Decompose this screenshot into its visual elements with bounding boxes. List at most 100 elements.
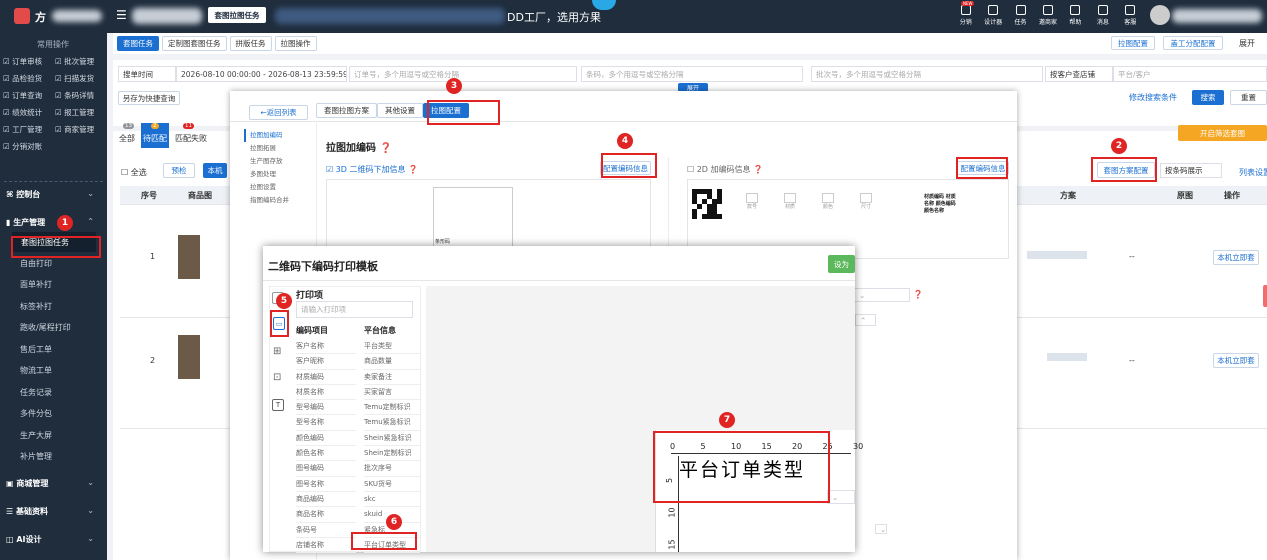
print-item[interactable]: 平台类型 — [364, 339, 420, 355]
top-icon-2[interactable]: 任务 — [1009, 3, 1032, 31]
print-item[interactable]: 图号编码 — [296, 461, 356, 477]
text-icon[interactable]: T — [272, 399, 284, 411]
time-type-select[interactable]: 搜单时间 — [118, 66, 176, 82]
print-item[interactable]: 客户昵称 — [296, 354, 356, 370]
print-item[interactable]: 商品编码 — [296, 492, 356, 508]
quick-link[interactable]: ☑ 订单审核 — [3, 56, 42, 67]
quick-link[interactable]: ☑ 条码详情 — [55, 90, 94, 101]
qr-icon[interactable]: ⊞ — [273, 346, 281, 357]
open-fill-button[interactable]: 开启筛选套图 — [1178, 125, 1267, 141]
modify-search-link[interactable]: 修改搜索条件 — [1129, 92, 1177, 103]
pull-config-button[interactable]: 拉图配置 — [1111, 36, 1155, 50]
print-item[interactable]: 客户名称 — [296, 339, 356, 355]
print-item[interactable]: 图号名称 — [296, 477, 356, 492]
config-nav-item[interactable]: 指图编码合并 — [244, 194, 316, 207]
search-button[interactable]: 搜索 — [1192, 90, 1224, 105]
avatar[interactable] — [1150, 5, 1170, 25]
batch-input[interactable]: 批次号，多个用逗号或空格分隔 — [811, 66, 1043, 82]
config-nav-item[interactable]: 拉图加编码 — [244, 129, 316, 142]
menu-item[interactable]: ▮ 生产管理 ⌃ — [6, 217, 104, 228]
print-item[interactable]: 商品名称 — [296, 507, 356, 523]
status-tab[interactable]: 待匹配 2 — [141, 123, 169, 148]
product-image[interactable] — [178, 235, 200, 279]
print-item[interactable]: Temu紧急标识 — [364, 415, 420, 431]
set-default-button[interactable]: 设为 — [828, 255, 855, 273]
sub-menu-item[interactable]: 面单补打 — [20, 279, 52, 290]
sub-menu-item[interactable]: 跑收/尾程打印 — [20, 322, 71, 333]
status-tab[interactable]: 匹配失败 11 — [173, 123, 209, 148]
config-nav-item[interactable]: 多图处理 — [244, 168, 316, 181]
print-item[interactable]: 卖家备注 — [364, 370, 420, 385]
sub-menu-item[interactable]: 物流工单 — [20, 365, 52, 376]
top-icon-4[interactable]: 帮助 — [1064, 3, 1087, 31]
menu-item[interactable]: ▣ 商城管理 ⌄ — [6, 478, 104, 489]
quick-link[interactable]: ☑ 报工管理 — [55, 107, 94, 118]
status-tab[interactable]: 全部 13 — [117, 123, 137, 148]
expand-link[interactable]: 展开 — [1239, 38, 1255, 49]
print-item[interactable]: 颜色名称 — [296, 446, 356, 462]
main-tab[interactable]: 拉图操作 — [274, 36, 317, 51]
quick-link[interactable]: ☑ 商家管理 — [55, 124, 94, 135]
print-item[interactable]: Temu定制标识 — [364, 400, 420, 416]
print-item[interactable]: Shein定制标识 — [364, 446, 420, 462]
print-item[interactable]: 颜色编码 — [296, 431, 356, 447]
print-item[interactable]: 买家留言 — [364, 385, 420, 401]
config-tab[interactable]: 套图拉图方案 — [316, 103, 377, 118]
sub-menu-item[interactable]: 生产大屏 — [20, 430, 52, 441]
sub-menu-item[interactable]: 多件分包 — [20, 408, 52, 419]
print-item[interactable]: 批次序号 — [364, 461, 420, 477]
print-item[interactable]: 型号名称 — [296, 415, 356, 431]
precheck-button[interactable]: 预检 — [163, 163, 195, 178]
reset-button[interactable]: 重置 — [1230, 90, 1267, 105]
quick-link[interactable]: ☑ 批次管理 — [55, 56, 94, 67]
shop-type-select[interactable]: 按客户查店铺 — [1045, 66, 1113, 82]
config-tab[interactable]: 其他设置 — [377, 103, 423, 118]
back-to-list-button[interactable]: ← 返回列表 — [249, 105, 308, 120]
print-item[interactable]: SKU货号 — [364, 477, 420, 492]
menu-item[interactable]: ⌘ 控制台 ⌄ — [6, 189, 104, 200]
main-tab[interactable]: 套图任务 — [117, 36, 159, 51]
sub-menu-item[interactable]: 任务记录 — [20, 387, 52, 398]
product-image[interactable] — [178, 335, 200, 379]
barcode-show-select[interactable]: 按条码展示 — [1160, 163, 1222, 178]
quick-link[interactable]: ☑ 工厂管理 — [3, 124, 42, 135]
local-apply-button[interactable]: 本机立即套 — [1213, 353, 1259, 368]
sub-menu-item[interactable]: 补片管理 — [20, 451, 52, 462]
config-nav-item[interactable]: 拉图设置 — [244, 181, 316, 194]
local-button[interactable]: 本机 — [203, 163, 227, 178]
menu-item[interactable]: ◫ AI设计 ⌄ — [6, 534, 104, 545]
print-item[interactable]: skc — [364, 492, 420, 508]
top-icon-3[interactable]: 邀商家 — [1036, 3, 1059, 31]
print-item[interactable]: 材质名称 — [296, 385, 356, 401]
cb-3d-checkbox[interactable]: ☑ 3D 二维码下加信息 ❓ — [326, 164, 418, 175]
barcode-input[interactable]: 条码，多个用逗号或空格分隔 — [581, 66, 803, 82]
sub-menu-item[interactable]: 自由打印 — [20, 258, 52, 269]
config-nav-item[interactable]: 生产图存放 — [244, 155, 316, 168]
save-quick-button[interactable]: 另存为快捷查询 — [118, 91, 180, 105]
top-tab-task[interactable]: 套图拉图任务 — [208, 7, 266, 23]
quick-link[interactable]: ☑ 订单查询 — [3, 90, 42, 101]
sub-menu-item[interactable]: 标签补打 — [20, 301, 52, 312]
quick-link[interactable]: ☑ 分销对账 — [3, 141, 42, 152]
main-tab[interactable]: 定制图套图任务 — [162, 36, 227, 51]
quick-link[interactable]: ☑ 绩效统计 — [3, 107, 42, 118]
cb-2d-checkbox[interactable]: ☐ 2D 加编码信息 ❓ — [687, 164, 763, 175]
config-nav-item[interactable]: 拉图拓展 — [244, 142, 316, 155]
time-range-input[interactable]: 2026-08-10 00:00:00 - 2026-08-13 23:59:5… — [176, 66, 347, 82]
image-icon[interactable]: ⊡ — [273, 372, 281, 383]
print-item[interactable]: 条码号 — [296, 523, 356, 538]
sub-menu-item[interactable]: 售后工单 — [20, 344, 52, 355]
quick-link[interactable]: ☑ 品检验货 — [3, 73, 42, 84]
print-item[interactable]: Shein紧急标识 — [364, 431, 420, 447]
print-item-search[interactable]: 请输入打印项 — [296, 301, 413, 318]
top-icon-5[interactable]: 消息 — [1091, 3, 1114, 31]
print-item[interactable]: 店铺名称 — [296, 538, 356, 554]
top-icon-1[interactable]: 设计器 — [981, 3, 1004, 31]
print-item[interactable]: 商品数量 — [364, 354, 420, 370]
quick-link[interactable]: ☑ 扫描发货 — [55, 73, 94, 84]
print-item[interactable]: 型号编码 — [296, 400, 356, 416]
worker-config-button[interactable]: 盖工分配配置 — [1163, 36, 1223, 50]
print-item[interactable]: 材质编码 — [296, 370, 356, 385]
top-icon-0[interactable]: 分销 NEW — [954, 1, 977, 31]
local-apply-button[interactable]: 本机立即套 — [1213, 250, 1259, 265]
